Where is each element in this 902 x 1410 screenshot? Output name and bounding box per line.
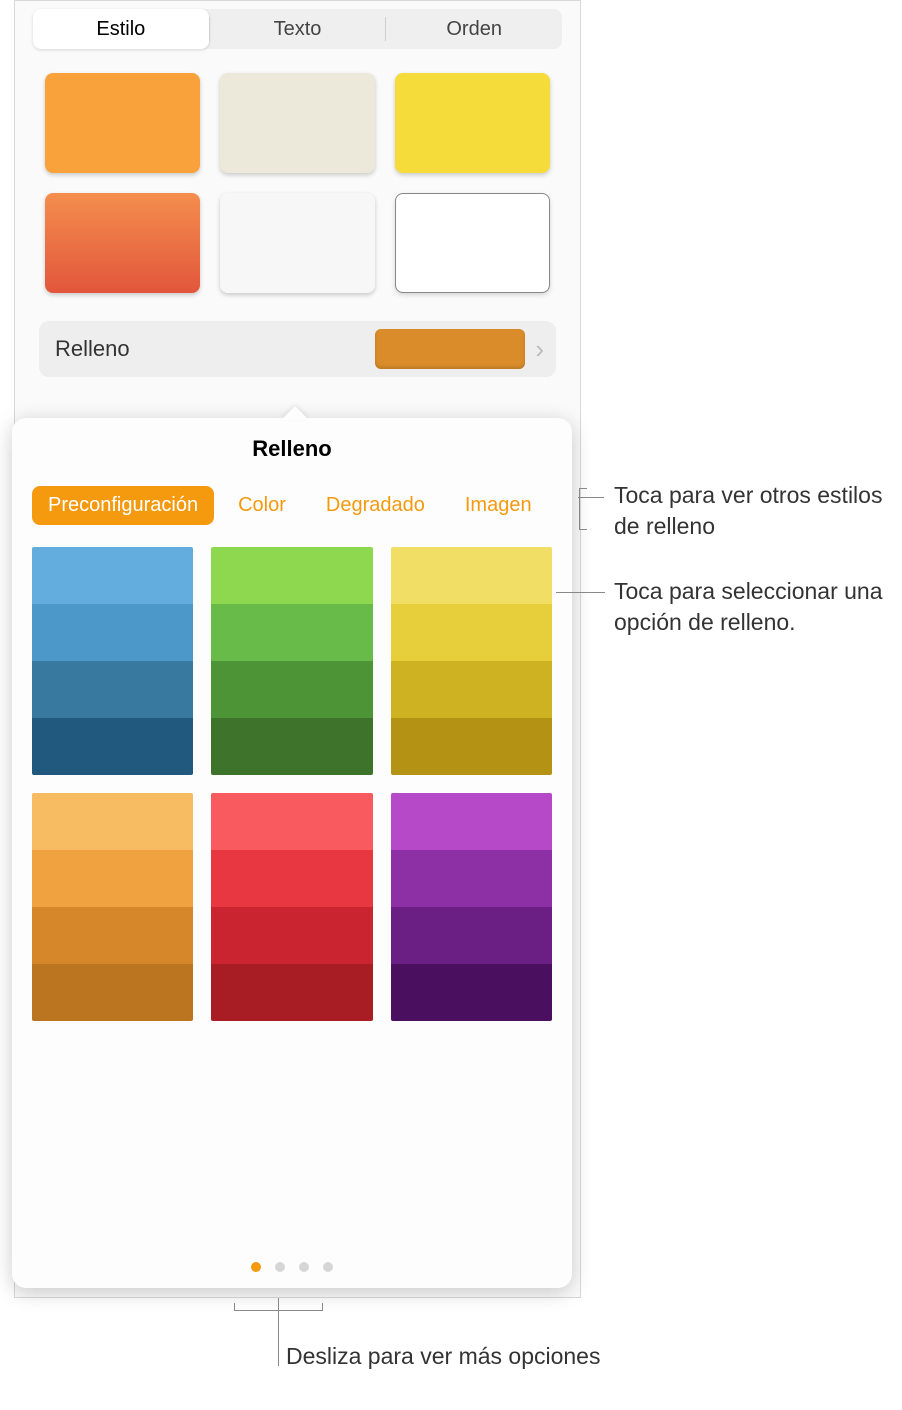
preset-band bbox=[391, 604, 552, 661]
preset-band bbox=[211, 718, 372, 775]
preset-band bbox=[32, 907, 193, 964]
preset-band bbox=[211, 793, 372, 850]
preset-band bbox=[211, 964, 372, 1021]
preset-band bbox=[32, 547, 193, 604]
preset-swatch-5[interactable] bbox=[391, 793, 552, 1021]
preset-swatch-4[interactable] bbox=[211, 793, 372, 1021]
popover-title: Relleno bbox=[32, 436, 552, 462]
preset-band bbox=[211, 907, 372, 964]
preset-swatch-2[interactable] bbox=[391, 547, 552, 775]
preset-band bbox=[391, 718, 552, 775]
page-dot-3[interactable] bbox=[323, 1262, 333, 1272]
preset-swatch-3[interactable] bbox=[32, 793, 193, 1021]
callout-line bbox=[578, 497, 604, 498]
preset-band bbox=[32, 604, 193, 661]
tab-order[interactable]: Orden bbox=[386, 9, 562, 49]
preset-band bbox=[391, 793, 552, 850]
preset-band bbox=[391, 964, 552, 1021]
preset-band bbox=[211, 547, 372, 604]
preset-band bbox=[32, 964, 193, 1021]
style-swatch-1[interactable] bbox=[220, 73, 375, 173]
preset-band bbox=[211, 661, 372, 718]
fill-tab-preset[interactable]: Preconfiguración bbox=[32, 486, 214, 525]
callout-tabs: Toca para ver otros estilos de relleno bbox=[614, 480, 884, 542]
callout-swatch: Toca para seleccionar una opción de rell… bbox=[614, 576, 884, 638]
callout-line bbox=[278, 1298, 279, 1366]
preset-band bbox=[391, 850, 552, 907]
style-swatch-5[interactable] bbox=[395, 193, 550, 293]
style-swatch-3[interactable] bbox=[45, 193, 200, 293]
page-indicator[interactable] bbox=[12, 1262, 572, 1272]
preset-band bbox=[391, 907, 552, 964]
preset-band bbox=[32, 661, 193, 718]
tab-style[interactable]: Estilo bbox=[33, 9, 209, 49]
callout-line bbox=[556, 592, 605, 593]
style-swatch-2[interactable] bbox=[395, 73, 550, 173]
preset-swatch-1[interactable] bbox=[211, 547, 372, 775]
preset-band bbox=[391, 661, 552, 718]
fill-row[interactable]: Relleno › bbox=[39, 321, 556, 377]
callout-bracket-h bbox=[234, 1310, 323, 1311]
page-dot-1[interactable] bbox=[275, 1262, 285, 1272]
preset-grid bbox=[32, 547, 552, 1021]
preset-band bbox=[391, 547, 552, 604]
callout-bracket-bot bbox=[579, 529, 587, 530]
fill-label: Relleno bbox=[55, 336, 130, 362]
fill-tab-image[interactable]: Imagen bbox=[449, 486, 548, 525]
format-tabs: Estilo Texto Orden bbox=[33, 9, 562, 49]
preset-band bbox=[32, 850, 193, 907]
callout-bracket bbox=[579, 488, 580, 530]
style-presets-grid bbox=[45, 73, 550, 293]
callout-bracket-top bbox=[579, 488, 587, 489]
fill-type-tabs: PreconfiguraciónColorDegradadoImagen bbox=[32, 486, 552, 525]
fill-tab-gradient[interactable]: Degradado bbox=[310, 486, 441, 525]
preset-band bbox=[211, 604, 372, 661]
popover-arrow bbox=[281, 406, 309, 420]
fill-popover: Relleno PreconfiguraciónColorDegradadoIm… bbox=[12, 418, 572, 1288]
style-swatch-0[interactable] bbox=[45, 73, 200, 173]
callout-pager: Desliza para ver más opciones bbox=[286, 1341, 600, 1372]
chevron-right-icon[interactable]: › bbox=[535, 334, 544, 365]
preset-swatch-0[interactable] bbox=[32, 547, 193, 775]
preset-band bbox=[32, 718, 193, 775]
page-dot-2[interactable] bbox=[299, 1262, 309, 1272]
preset-band bbox=[211, 850, 372, 907]
tab-text[interactable]: Texto bbox=[210, 9, 386, 49]
style-swatch-4[interactable] bbox=[220, 193, 375, 293]
page-dot-0[interactable] bbox=[251, 1262, 261, 1272]
preset-band bbox=[32, 793, 193, 850]
fill-color-chip[interactable] bbox=[375, 329, 525, 369]
fill-tab-color[interactable]: Color bbox=[222, 486, 302, 525]
